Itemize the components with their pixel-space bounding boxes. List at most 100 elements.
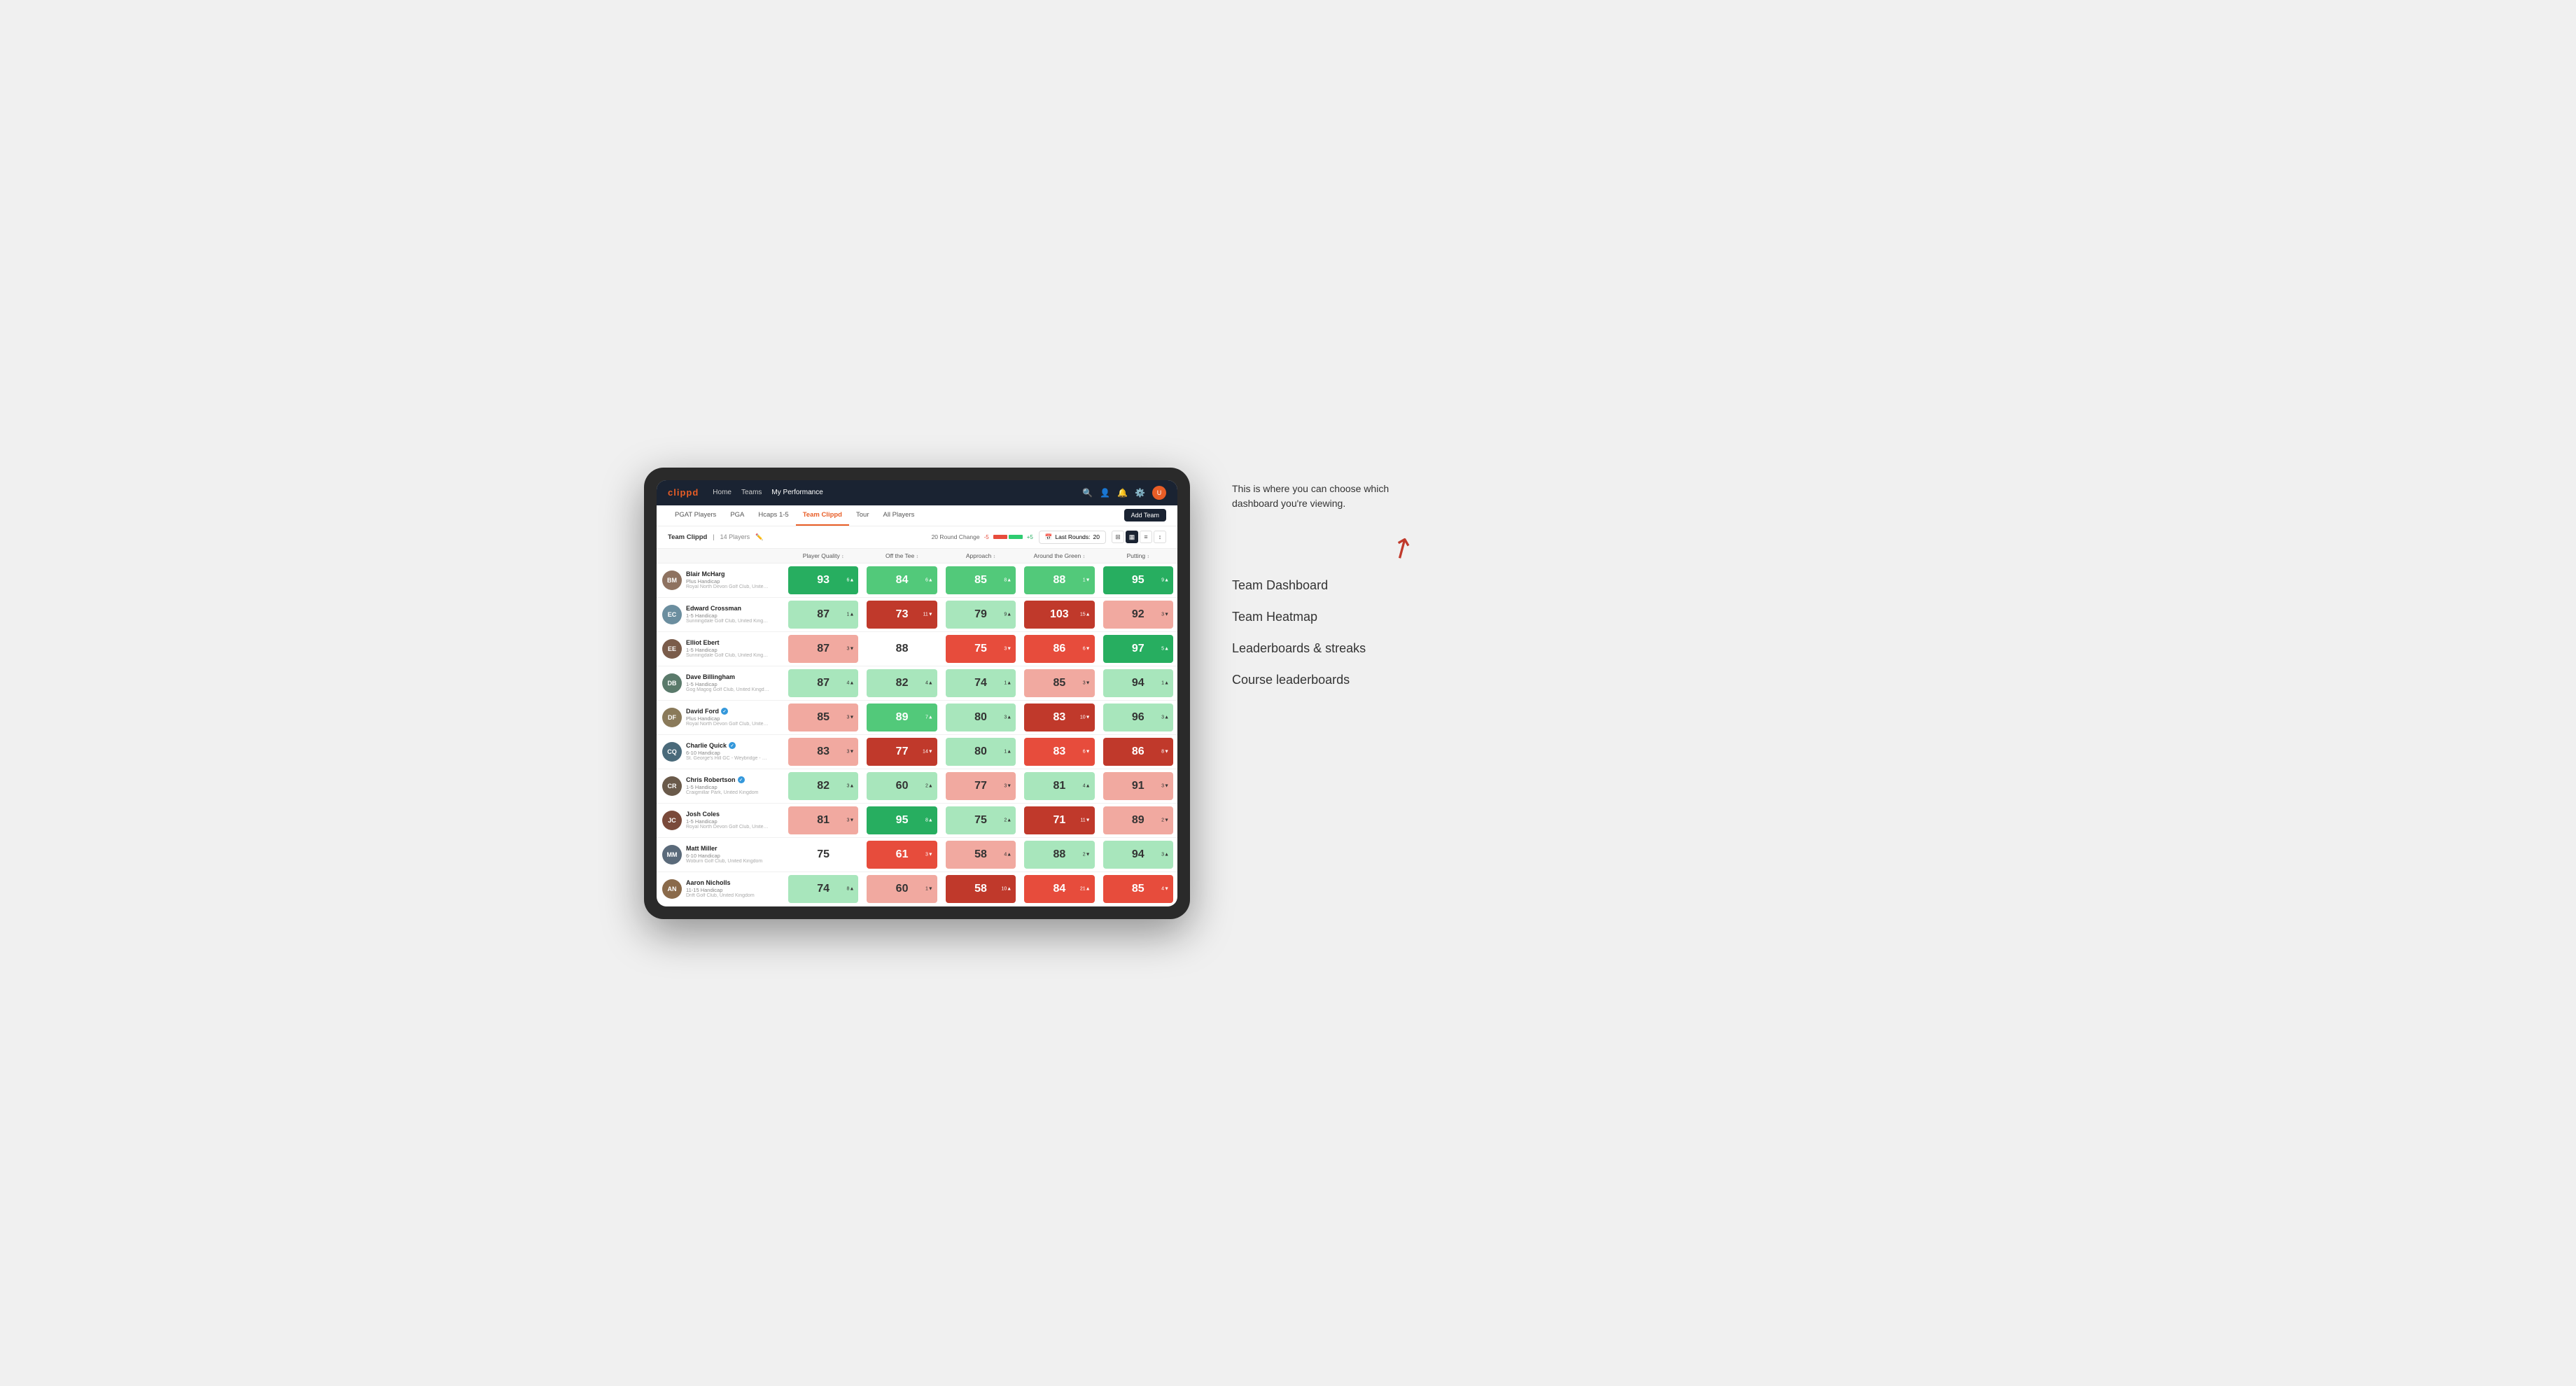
table-body: BM Blair McHarg Plus Handicap Royal Nort… xyxy=(657,563,1177,906)
player-handicap: 11-15 Handicap xyxy=(686,887,778,893)
menu-item-leaderboards[interactable]: Leaderboards & streaks xyxy=(1232,641,1414,656)
grid-view-button[interactable]: ⊞ xyxy=(1112,531,1124,543)
edit-icon[interactable]: ✏️ xyxy=(755,533,763,541)
bell-icon[interactable]: 🔔 xyxy=(1117,488,1128,498)
player-handicap: 1-5 Handicap xyxy=(686,818,778,825)
table-row[interactable]: EE Elliot Ebert 1-5 Handicap Sunningdale… xyxy=(657,631,1177,666)
avatar-initials: DF xyxy=(668,714,676,721)
sort-button[interactable]: ↕ xyxy=(1154,531,1166,543)
stat-value: 82 xyxy=(896,677,909,690)
table-container: Player Quality ↕ Off the Tee ↕ Approach … xyxy=(657,549,1177,906)
stat-box: 103 15▲ xyxy=(1024,601,1094,629)
search-icon[interactable]: 🔍 xyxy=(1082,488,1093,498)
stat-value: 89 xyxy=(1132,814,1144,827)
player-club: Royal North Devon Golf Club, United King… xyxy=(686,722,770,727)
player-avatar: DB xyxy=(662,673,682,693)
table-row[interactable]: JC Josh Coles 1-5 Handicap Royal North D… xyxy=(657,803,1177,837)
stat-cell-9-3: 84 21▲ xyxy=(1020,872,1098,906)
table-row[interactable]: DB Dave Billingham 1-5 Handicap Gog Mago… xyxy=(657,666,1177,700)
table-row[interactable]: MM Matt Miller 6-10 Handicap Woburn Golf… xyxy=(657,837,1177,872)
player-avatar: AN xyxy=(662,879,682,899)
sub-nav: PGAT Players PGA Hcaps 1-5 Team Clippd T… xyxy=(657,505,1177,526)
stat-box: 89 7▲ xyxy=(867,704,937,732)
stat-cell-1-3: 103 15▲ xyxy=(1020,597,1098,631)
table-row[interactable]: DF David Ford ✓ Plus Handicap Royal Nort… xyxy=(657,700,1177,734)
stat-change: 4▲ xyxy=(1004,852,1011,857)
stat-cell-4-1: 89 7▲ xyxy=(862,700,941,734)
stat-change: 15▲ xyxy=(1080,612,1091,617)
stat-box: 91 3▼ xyxy=(1103,772,1173,800)
menu-item-team-heatmap[interactable]: Team Heatmap xyxy=(1232,610,1414,624)
stat-cell-6-4: 91 3▼ xyxy=(1099,769,1177,803)
stat-value: 61 xyxy=(896,848,909,861)
stat-value: 93 xyxy=(817,574,830,587)
sub-nav-pga[interactable]: PGA xyxy=(723,505,751,526)
menu-item-course-leaderboards[interactable]: Course leaderboards xyxy=(1232,673,1414,687)
table-row[interactable]: EC Edward Crossman 1-5 Handicap Sunningd… xyxy=(657,597,1177,631)
stat-cell-6-2: 77 3▼ xyxy=(941,769,1020,803)
stat-change: 7▲ xyxy=(925,715,933,720)
avatar-initials: EE xyxy=(668,645,676,652)
stat-change: 1▲ xyxy=(847,612,855,617)
sub-nav-teamclippd[interactable]: Team Clippd xyxy=(796,505,849,526)
stat-value: 91 xyxy=(1132,780,1144,792)
sub-nav-tour[interactable]: Tour xyxy=(849,505,876,526)
nav-link-home[interactable]: Home xyxy=(713,486,732,499)
col-header-approach[interactable]: Approach ↕ xyxy=(941,549,1020,564)
player-info: Dave Billingham 1-5 Handicap Gog Magog G… xyxy=(686,673,778,692)
list-view-button[interactable]: ≡ xyxy=(1140,531,1152,543)
stat-box: 96 3▲ xyxy=(1103,704,1173,732)
col-label-approach: Approach xyxy=(966,552,991,559)
stat-box: 94 1▲ xyxy=(1103,669,1173,697)
player-name: Edward Crossman xyxy=(686,605,778,612)
sub-nav-pgat[interactable]: PGAT Players xyxy=(668,505,723,526)
stat-box: 60 2▲ xyxy=(867,772,937,800)
stat-cell-8-4: 94 3▲ xyxy=(1099,837,1177,872)
add-team-button[interactable]: Add Team xyxy=(1124,509,1166,522)
stat-cell-2-0: 87 3▼ xyxy=(784,631,862,666)
stat-value: 60 xyxy=(896,883,909,895)
stat-cell-0-2: 85 8▲ xyxy=(941,563,1020,597)
annotation-intro: This is where you can choose which dashb… xyxy=(1232,482,1414,511)
table-row[interactable]: BM Blair McHarg Plus Handicap Royal Nort… xyxy=(657,563,1177,597)
stat-value: 87 xyxy=(817,677,830,690)
tablet-screen: clippd Home Teams My Performance 🔍 👤 🔔 ⚙… xyxy=(657,480,1177,906)
menu-item-team-dashboard[interactable]: Team Dashboard xyxy=(1232,578,1414,593)
stat-box: 89 2▼ xyxy=(1103,806,1173,834)
avatar[interactable]: U xyxy=(1152,486,1166,500)
table-row[interactable]: CQ Charlie Quick ✓ 6-10 Handicap St. Geo… xyxy=(657,734,1177,769)
table-row[interactable]: CR Chris Robertson ✓ 1-5 Handicap Craigm… xyxy=(657,769,1177,803)
col-header-putting[interactable]: Putting ↕ xyxy=(1099,549,1177,564)
nav-link-teams[interactable]: Teams xyxy=(741,486,762,499)
stat-value: 79 xyxy=(974,608,987,621)
stat-value: 94 xyxy=(1132,848,1144,861)
sub-nav-allplayers[interactable]: All Players xyxy=(876,505,921,526)
stat-change: 4▼ xyxy=(1161,886,1169,891)
col-header-tee[interactable]: Off the Tee ↕ xyxy=(862,549,941,564)
settings-icon[interactable]: ⚙️ xyxy=(1135,488,1145,498)
sub-nav-hcaps[interactable]: Hcaps 1-5 xyxy=(751,505,795,526)
stat-box: 74 1▲ xyxy=(946,669,1016,697)
stat-value: 95 xyxy=(896,814,909,827)
stat-box: 74 8▲ xyxy=(788,875,858,903)
page-wrapper: clippd Home Teams My Performance 🔍 👤 🔔 ⚙… xyxy=(644,468,1932,919)
player-info: David Ford ✓ Plus Handicap Royal North D… xyxy=(686,708,778,727)
logo[interactable]: clippd xyxy=(668,487,699,498)
stat-cell-1-4: 92 3▼ xyxy=(1099,597,1177,631)
player-info: Matt Miller 6-10 Handicap Woburn Golf Cl… xyxy=(686,845,778,864)
col-header-around[interactable]: Around the Green ↕ xyxy=(1020,549,1098,564)
heatmap-view-button[interactable]: ▦ xyxy=(1126,531,1138,543)
stat-change: 9▲ xyxy=(1161,578,1169,582)
stat-cell-8-0: 75 xyxy=(784,837,862,872)
stat-value: 80 xyxy=(974,746,987,758)
stat-value: 75 xyxy=(974,814,987,827)
last-rounds-button[interactable]: 📅 Last Rounds: 20 xyxy=(1039,531,1106,544)
nav-link-myperformance[interactable]: My Performance xyxy=(771,486,822,499)
stat-change: 1▼ xyxy=(925,886,933,891)
nav-links: Home Teams My Performance xyxy=(713,486,1068,499)
table-row[interactable]: AN Aaron Nicholls 11-15 Handicap Drift G… xyxy=(657,872,1177,906)
person-icon[interactable]: 👤 xyxy=(1100,488,1110,498)
stat-cell-9-1: 60 1▼ xyxy=(862,872,941,906)
player-name: Josh Coles xyxy=(686,811,778,818)
col-header-quality[interactable]: Player Quality ↕ xyxy=(784,549,862,564)
